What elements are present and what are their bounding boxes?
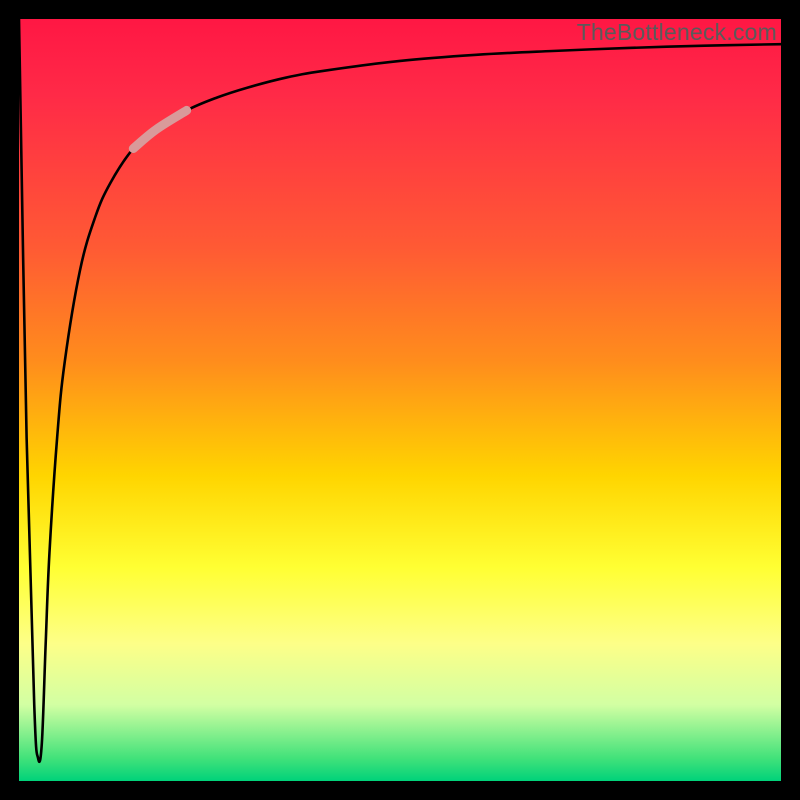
- highlight-segment: [133, 110, 186, 148]
- bottleneck-curve: [19, 19, 781, 762]
- curve-svg: [19, 19, 781, 781]
- chart-frame: TheBottleneck.com: [0, 0, 800, 800]
- plot-area: TheBottleneck.com: [19, 19, 781, 781]
